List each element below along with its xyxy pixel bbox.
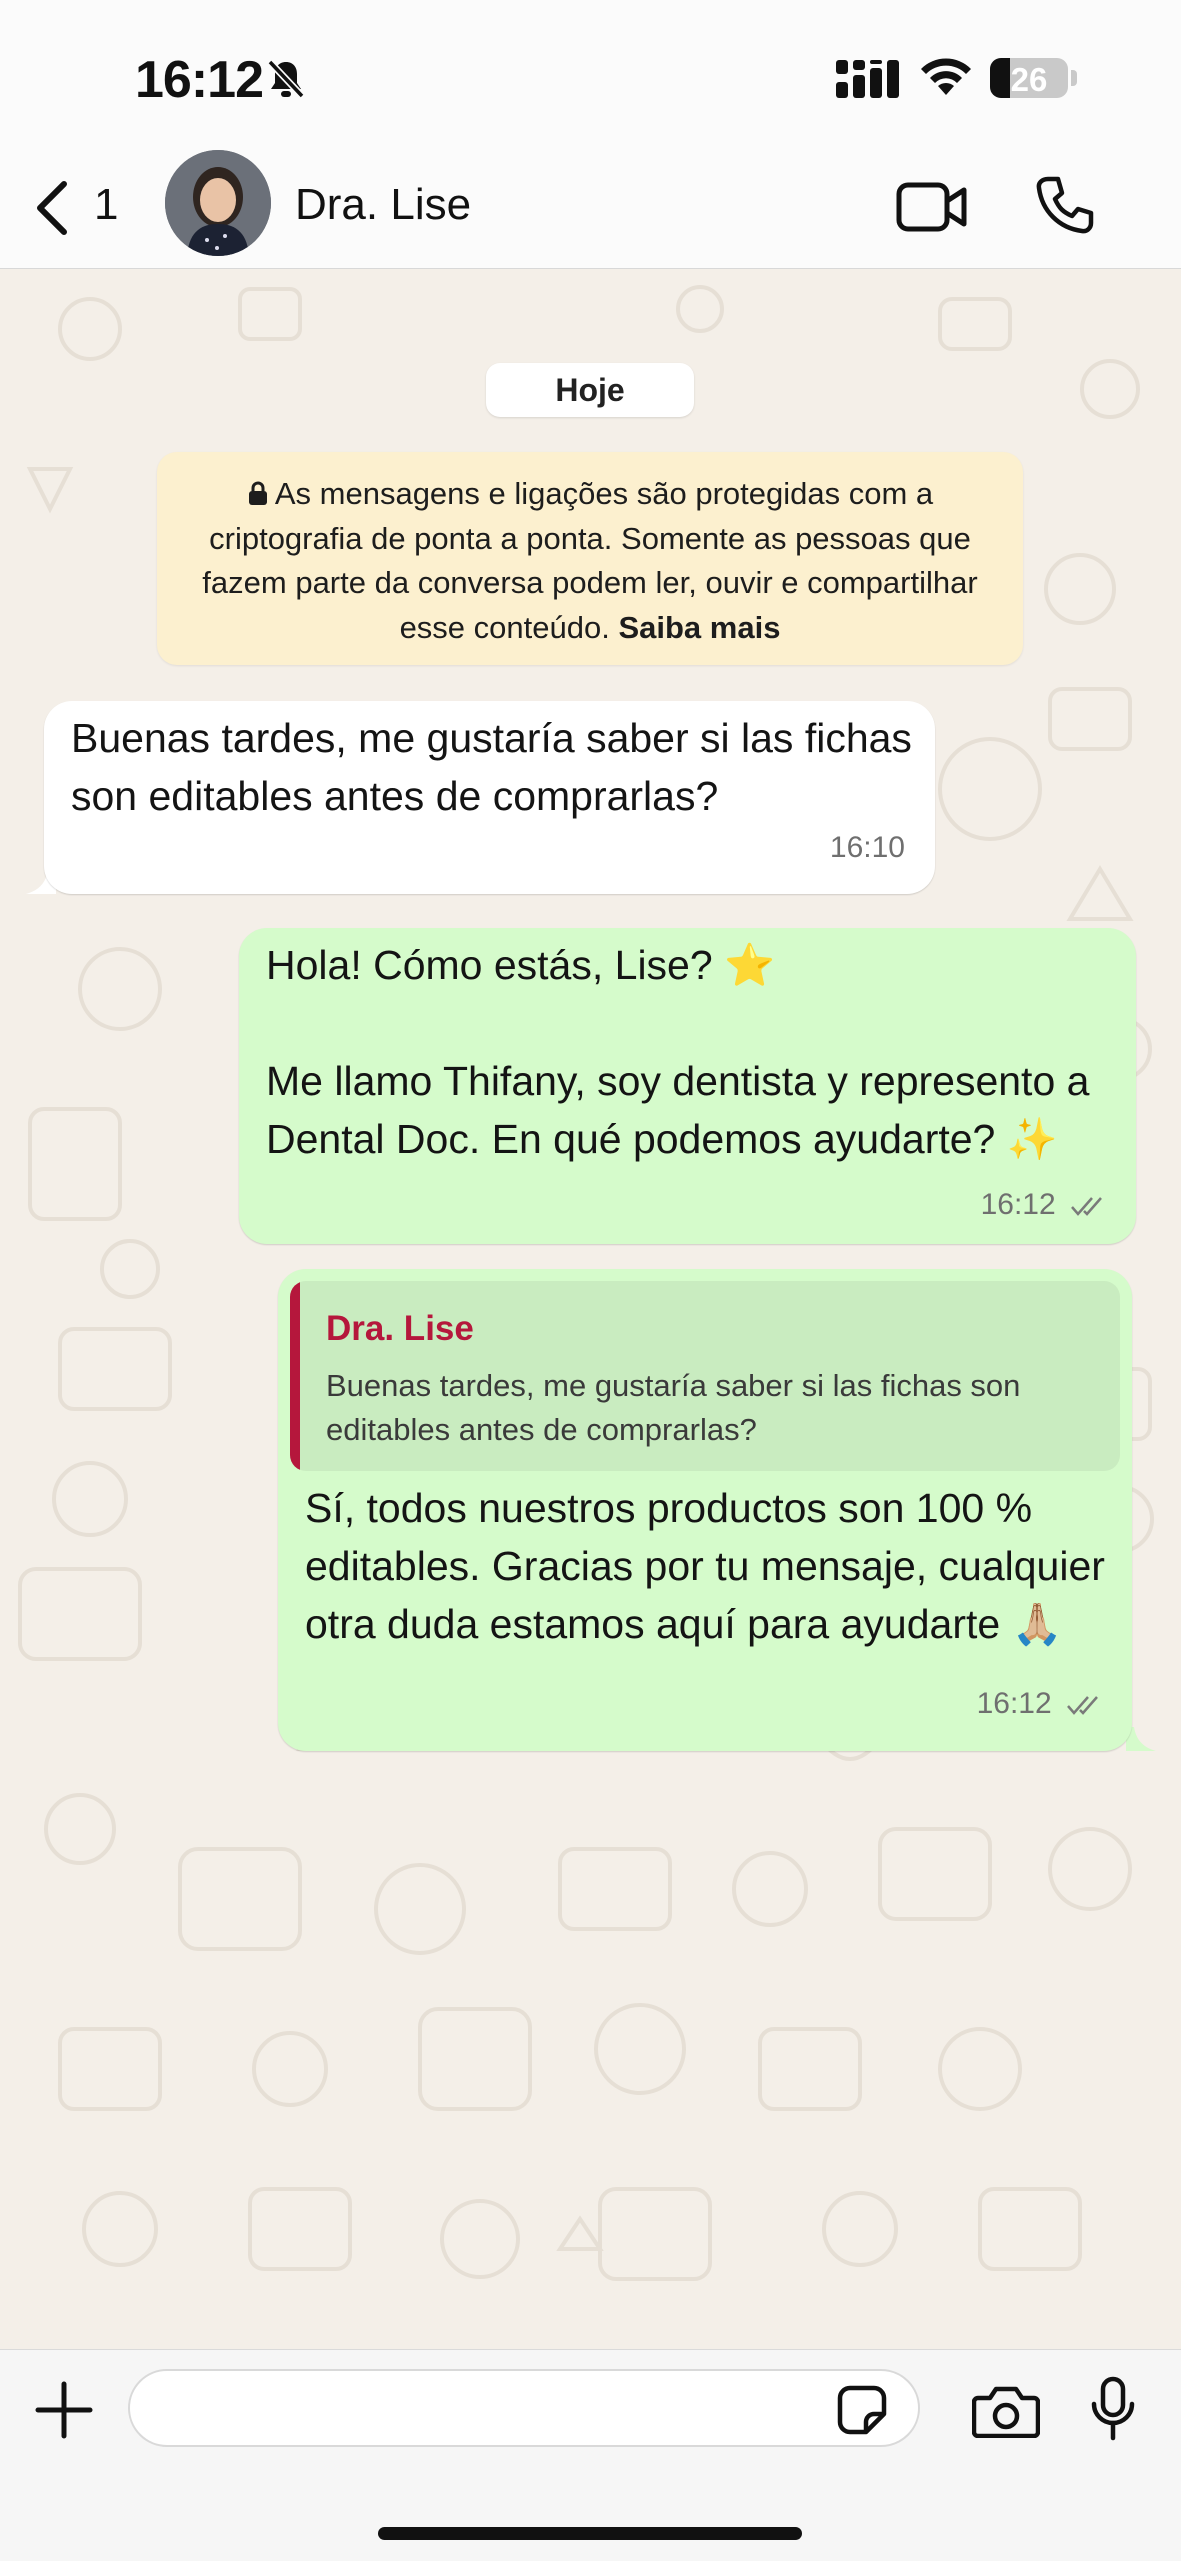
status-time: 16:12: [135, 51, 264, 109]
message-time: 16:10: [829, 831, 905, 864]
message-text: Sí, todos nuestros productos son 100 % e…: [305, 1485, 1117, 1647]
message-time: 16:12: [980, 1188, 1056, 1221]
message-input[interactable]: [128, 2369, 920, 2447]
message-meta: 16:12: [977, 1687, 1106, 1721]
camera-icon[interactable]: [972, 2384, 1040, 2438]
double-check-icon: [1071, 1197, 1102, 1216]
bell-slash-icon: [267, 59, 305, 99]
learn-more-link[interactable]: Saiba mais: [618, 610, 780, 645]
video-camera-icon[interactable]: [896, 180, 968, 234]
avatar[interactable]: [165, 150, 271, 256]
plus-icon[interactable]: [34, 2380, 94, 2440]
microphone-icon[interactable]: [1090, 2376, 1136, 2442]
encryption-notice[interactable]: As mensagens e ligações são protegidas c…: [157, 452, 1023, 665]
double-check-icon: [1067, 1696, 1098, 1715]
encryption-text: As mensagens e ligações são protegidas c…: [202, 476, 978, 645]
message-bubble-incoming[interactable]: Buenas tardes, me gustaría saber si las …: [44, 701, 935, 894]
message-meta: 16:12: [981, 1188, 1110, 1222]
quoted-author: Dra. Lise: [326, 1309, 474, 1348]
sticker-icon[interactable]: [836, 2384, 888, 2436]
quoted-text: Buenas tardes, me gustaría saber si las …: [326, 1368, 1021, 1447]
contact-name[interactable]: Dra. Lise: [295, 180, 471, 230]
message-bubble-outgoing-reply[interactable]: Dra. Lise Buenas tardes, me gustaría sab…: [278, 1269, 1132, 1751]
chat-area[interactable]: Hoje As mensagens e ligações são protegi…: [0, 269, 1181, 2349]
quoted-message[interactable]: Dra. Lise Buenas tardes, me gustaría sab…: [290, 1281, 1120, 1471]
message-bubble-outgoing[interactable]: Hola! Cómo estás, Lise? ⭐ Me llamo Thifa…: [239, 928, 1136, 1244]
message-text: Buenas tardes, me gustaría saber si las …: [71, 715, 924, 819]
composer-bar: [0, 2349, 1181, 2561]
lock-icon: [248, 481, 267, 505]
battery-icon: 26: [990, 58, 1068, 98]
cellular-signal-icon: [836, 60, 899, 98]
battery-level: 26: [1010, 61, 1048, 98]
chat-header: 1 Dra. Lise: [0, 150, 1181, 269]
message-text: Hola! Cómo estás, Lise? ⭐ Me llamo Thifa…: [266, 942, 1090, 1162]
wifi-icon: [921, 58, 971, 95]
phone-icon[interactable]: [1034, 174, 1096, 236]
date-separator: Hoje: [486, 363, 694, 417]
message-time: 16:12: [976, 1687, 1052, 1720]
unread-count[interactable]: 1: [94, 180, 118, 230]
chevron-left-icon[interactable]: [30, 178, 74, 238]
home-indicator[interactable]: [378, 2527, 802, 2540]
status-bar: 16:12 26: [0, 0, 1181, 150]
